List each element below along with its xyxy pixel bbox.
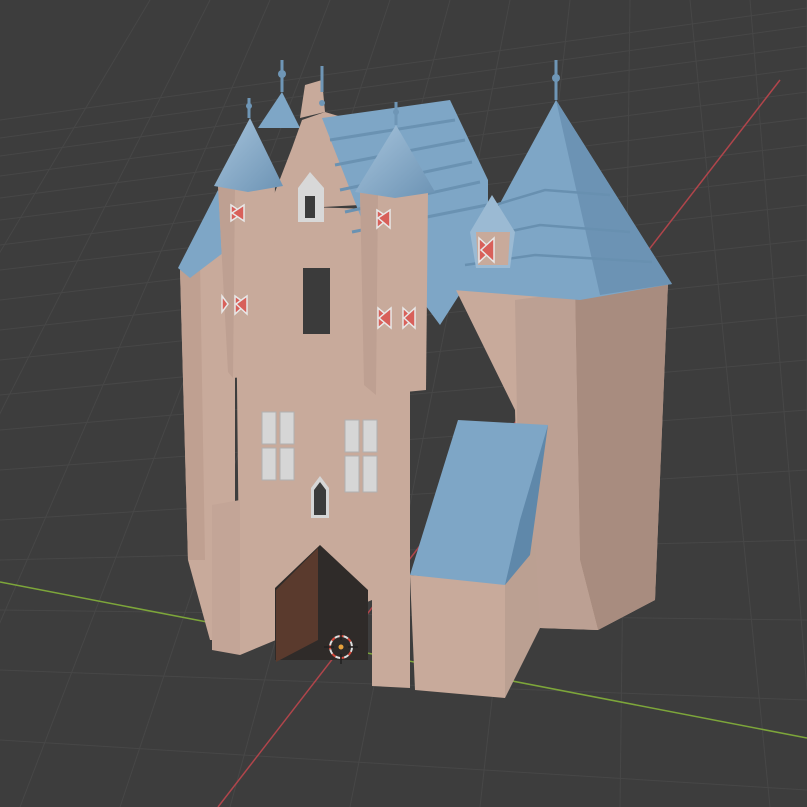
left-turret-roof xyxy=(214,118,283,192)
dormer-window xyxy=(305,196,315,218)
upper-window xyxy=(303,268,330,334)
castle-model[interactable] xyxy=(178,60,672,698)
viewport-scene xyxy=(0,0,807,807)
annex-wall xyxy=(410,575,505,698)
3d-viewport[interactable] xyxy=(0,0,807,807)
